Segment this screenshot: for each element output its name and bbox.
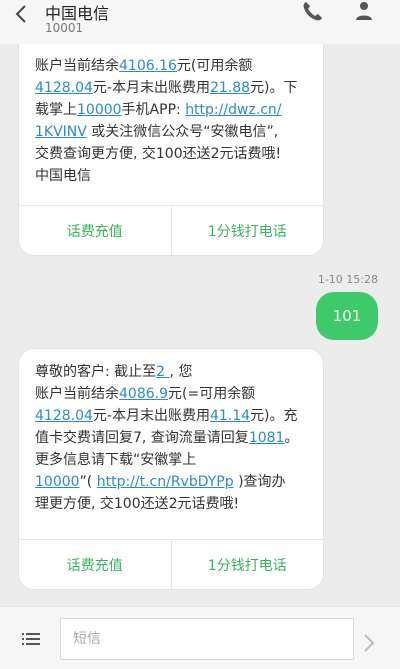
composer-bar xyxy=(0,606,400,669)
message-link[interactable]: 4106.16 xyxy=(119,58,177,74)
message-text-run: 元-本月末出账费用 xyxy=(92,80,210,96)
message-actions-1: 话费充值 1分钱打电话 xyxy=(19,205,323,255)
message-link[interactable]: 4128.04 xyxy=(35,80,93,96)
message-text-run: 或关注微信公众号“安徽电信”, xyxy=(86,124,279,140)
message-link[interactable]: 2 xyxy=(156,364,165,380)
message-link[interactable]: http://t.cn/RvbDYPp xyxy=(97,474,234,490)
menu-list-icon[interactable] xyxy=(22,631,40,647)
message-text-run: 更多信息请下载“安徽掌上 xyxy=(35,452,197,468)
message-actions-2: 话费充值 1分钱打电话 xyxy=(19,539,323,589)
message-text-run: 中国电信 xyxy=(35,168,91,184)
message-text-run: 账户当前结余 xyxy=(35,58,119,74)
message-text-run: 元(可用余额 xyxy=(176,58,253,74)
message-link[interactable]: 1081 xyxy=(249,430,285,446)
recharge-button[interactable]: 话费充值 xyxy=(19,206,171,255)
message-link[interactable]: 1KVINV xyxy=(35,124,87,140)
message-text-run: 账户当前结余 xyxy=(35,386,119,402)
message-link[interactable]: 21.88 xyxy=(210,80,250,96)
message-text-run: 元-本月末出账费用 xyxy=(92,408,210,424)
message-text-run: , 您 xyxy=(169,364,193,380)
message-link[interactable]: 4086.9 xyxy=(119,386,168,402)
message-text-run: 。 xyxy=(284,430,299,446)
sms-input[interactable] xyxy=(60,618,354,660)
one-cent-call-button[interactable]: 1分钱打电话 xyxy=(170,206,323,255)
message-text-run: 尊敬的客户: 截止至 xyxy=(35,364,157,380)
message-text-run: 手机APP: xyxy=(121,102,186,118)
message-text-run: 元)。充 xyxy=(250,408,298,424)
outgoing-message-bubble: 101 xyxy=(316,292,378,340)
message-text-2: 尊敬的客户: 截止至2 , 您账户当前结余4086.9元(=可用余额 4128.0… xyxy=(19,349,323,515)
message-text-run: 载掌上 xyxy=(35,102,77,118)
person-icon[interactable] xyxy=(352,0,376,24)
conversation-number: 10001 xyxy=(45,21,84,35)
message-text-run: 交费查询更方便, 交100还送2元话费哦! xyxy=(35,146,282,162)
message-link[interactable]: 10000 xyxy=(35,474,80,490)
message-text-run: 元(=可用余额 xyxy=(168,386,256,402)
message-bubble-2: 尊敬的客户: 截止至2 , 您账户当前结余4086.9元(=可用余额 4128.0… xyxy=(18,348,324,590)
top-bar: 中国电信 10001 xyxy=(0,0,400,44)
message-text-run: )查询办 xyxy=(233,474,286,490)
recharge-button[interactable]: 话费充值 xyxy=(19,540,171,589)
message-link[interactable]: http://dwz.cn/ xyxy=(185,102,281,118)
message-text-run: 元)。下 xyxy=(250,80,298,96)
message-timestamp: 1-10 15:28 xyxy=(317,273,378,286)
one-cent-call-button[interactable]: 1分钱打电话 xyxy=(170,540,323,589)
message-text-run: 理更方便, 交100还送2元话费哦! xyxy=(35,496,240,512)
message-link[interactable]: 10000 xyxy=(77,102,122,118)
message-link[interactable]: 41.14 xyxy=(210,408,250,424)
phone-icon[interactable] xyxy=(300,0,324,24)
back-arrow-icon[interactable] xyxy=(10,2,34,30)
send-chevron-icon[interactable] xyxy=(362,633,376,653)
message-text-run: 值卡交费请回复7, 查询流量请回复 xyxy=(35,430,249,446)
message-link[interactable]: 4128.04 xyxy=(35,408,93,424)
message-text-run: ”( xyxy=(79,474,97,490)
